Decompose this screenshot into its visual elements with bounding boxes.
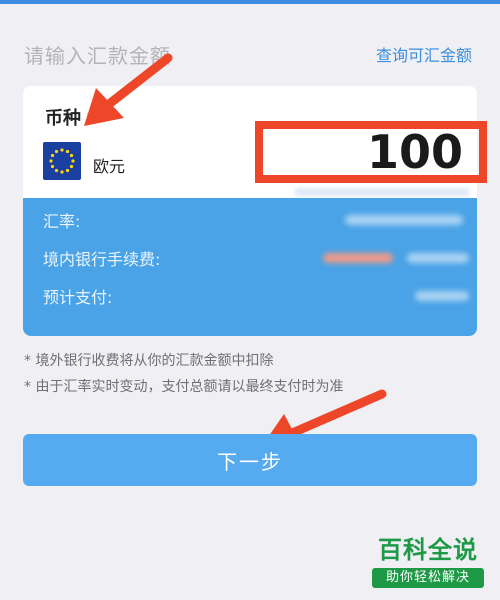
estimated-payment-value-blurred — [415, 291, 469, 301]
watermark-title: 百科全说 — [378, 536, 478, 564]
exchange-rate-label: 汇率: — [43, 212, 81, 231]
amount-hint-blurred — [295, 188, 469, 196]
rate-fluctuation-note: * 由于汇率实时变动，支付总额请以最终支付时为准 — [24, 379, 344, 395]
annotation-highlight-box — [255, 121, 487, 183]
watermark-logo: 百科全说 助你轻松解决 — [364, 534, 492, 596]
currency-label: 币种 — [45, 108, 81, 129]
fee-deduction-note: * 境外银行收费将从你的汇款金额中扣除 — [24, 353, 274, 369]
fee-value-blurred — [407, 253, 469, 263]
top-bar — [0, 0, 500, 4]
watermark-subtitle: 助你轻松解决 — [372, 568, 484, 588]
page-title: 请输入汇款金额 — [24, 44, 171, 68]
query-available-amount-link[interactable]: 查询可汇金额 — [376, 42, 472, 66]
fee-details-panel: 汇率: 境内银行手续费: 预计支付: — [23, 198, 477, 336]
domestic-fee-label: 境内银行手续费: — [43, 250, 161, 269]
currency-name: 欧元 — [93, 157, 126, 176]
exchange-rate-value-blurred — [345, 215, 463, 225]
eu-flag-icon — [43, 142, 81, 180]
fee-original-value-blurred — [323, 253, 393, 263]
next-step-button[interactable]: 下一步 — [23, 434, 477, 486]
caret-down-icon — [87, 113, 97, 119]
estimated-payment-label: 预计支付: — [43, 288, 113, 307]
